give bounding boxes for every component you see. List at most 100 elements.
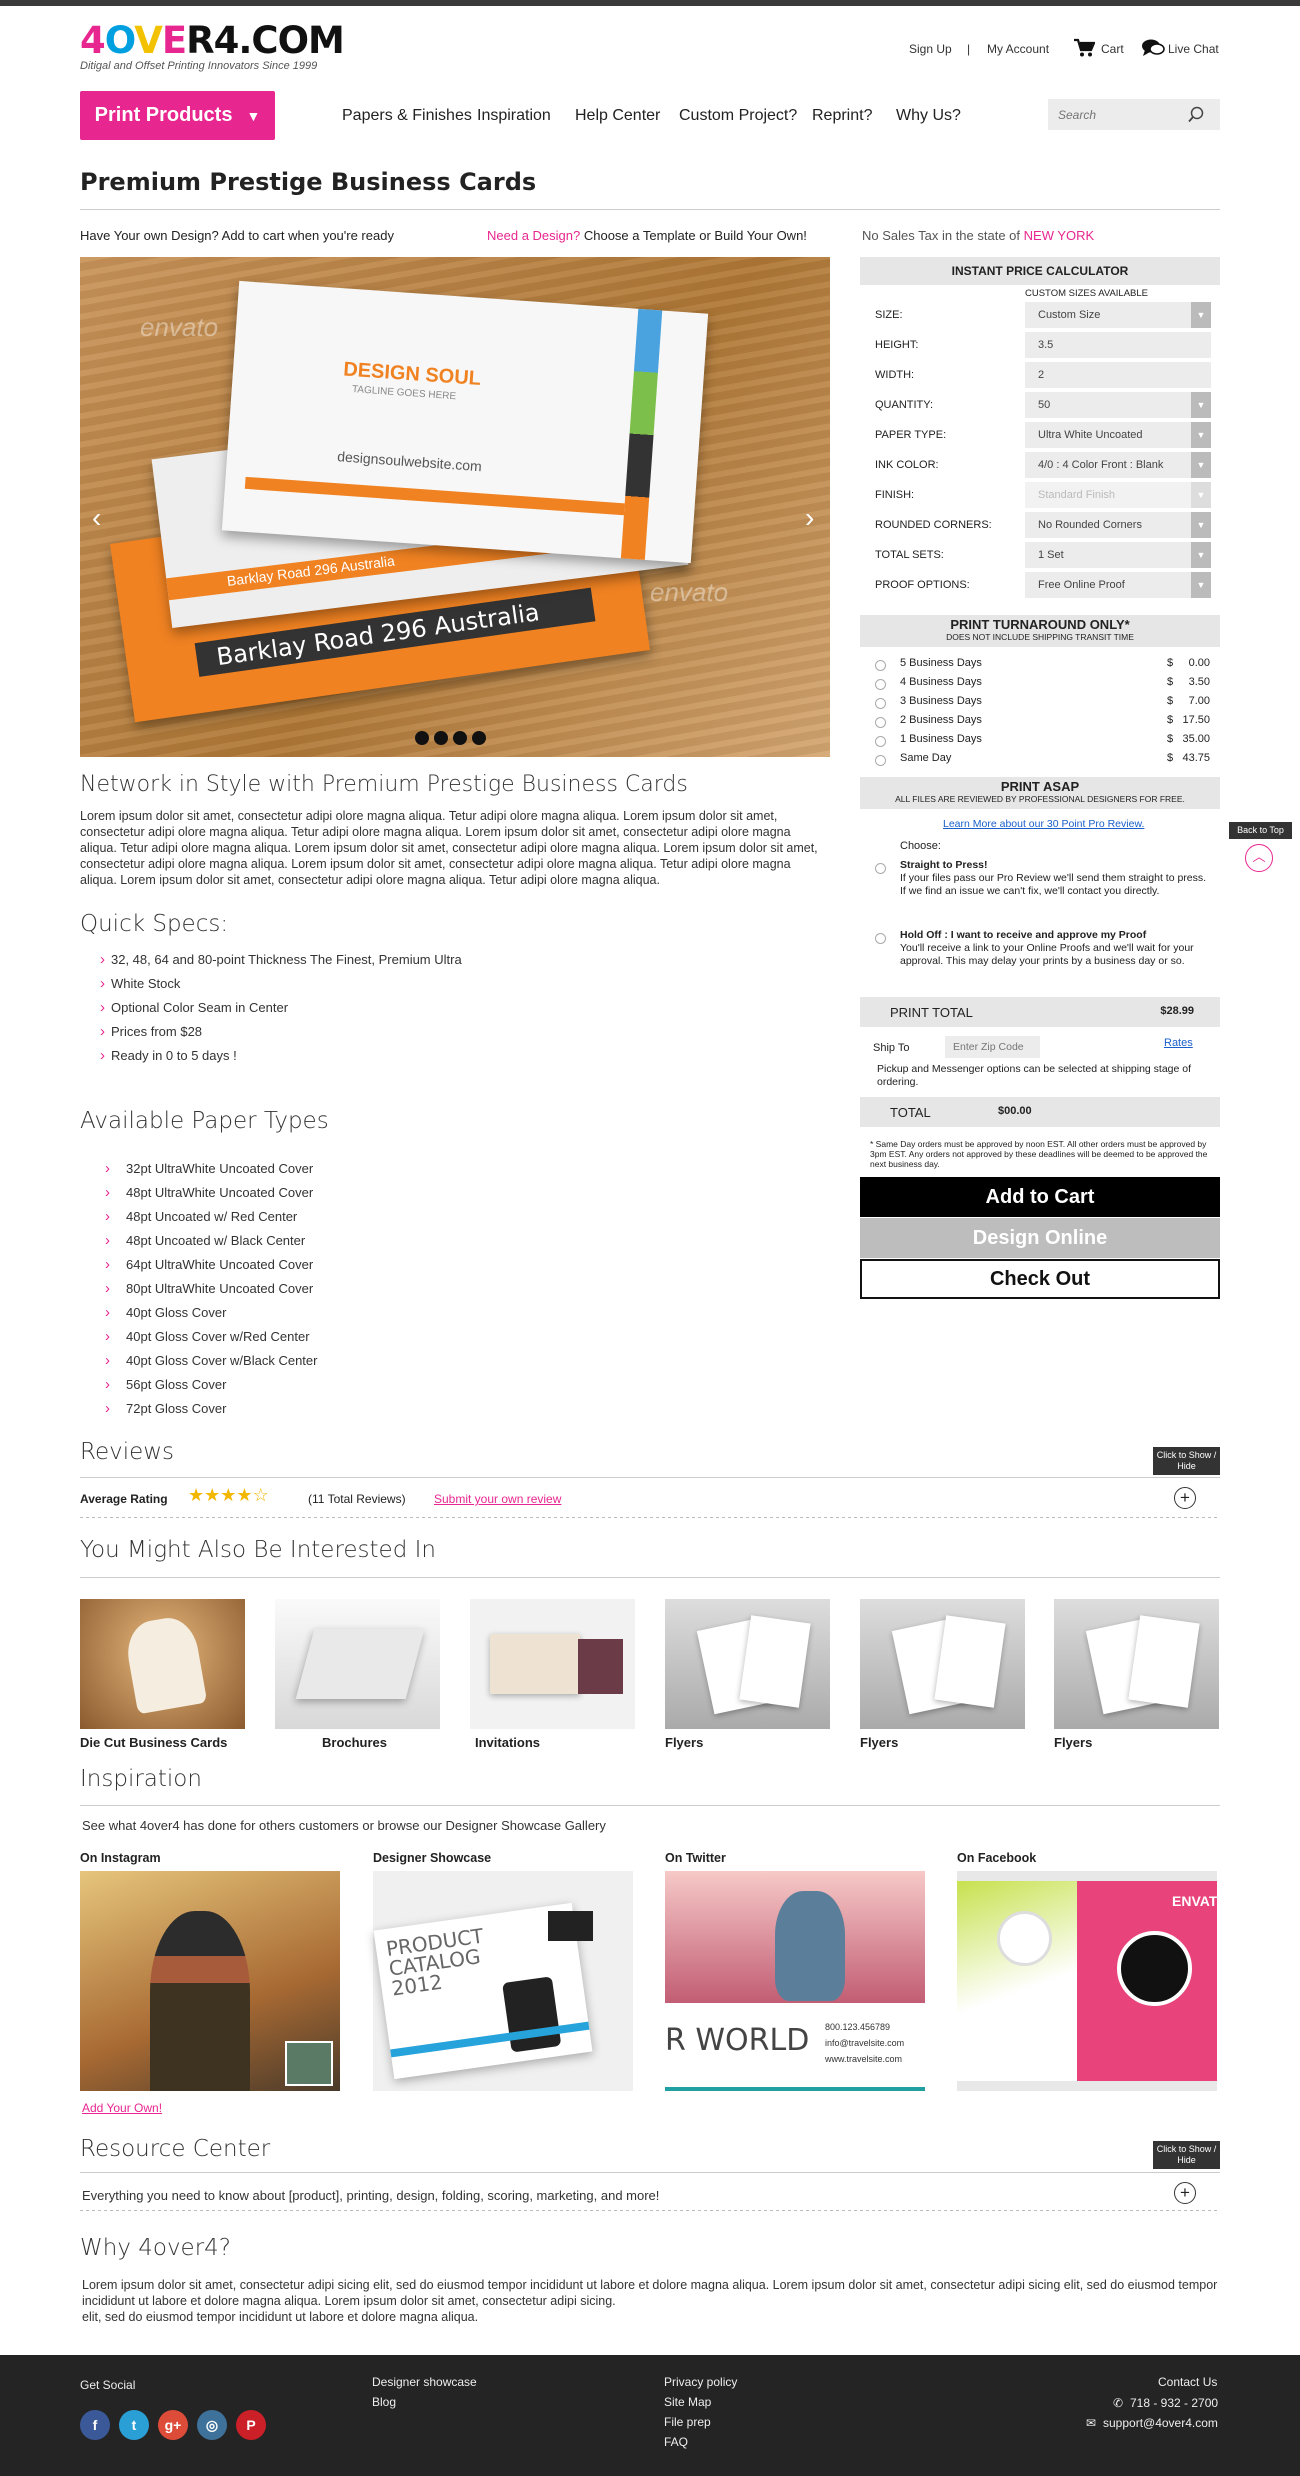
nav-whyus[interactable]: Why Us?: [896, 107, 961, 125]
chevron-down-icon[interactable]: ▼: [1191, 302, 1211, 328]
signup-link[interactable]: Sign Up: [909, 42, 952, 56]
height-input[interactable]: 3.5: [1025, 332, 1211, 358]
footer-link[interactable]: Privacy policy: [664, 2375, 737, 2389]
width-input[interactable]: 2: [1025, 362, 1211, 388]
thumb-flyers[interactable]: [665, 1599, 830, 1729]
finish-select[interactable]: Standard Finish ▼: [1025, 482, 1211, 508]
chat-icon[interactable]: [1141, 38, 1165, 61]
thumb-flyers[interactable]: [860, 1599, 1025, 1729]
twitter-icon[interactable]: t: [119, 2410, 149, 2440]
height-row[interactable]: HEIGHT: 3.5: [860, 330, 1220, 360]
size-row[interactable]: SIZE: Custom Size ▼: [860, 300, 1220, 330]
footer-email[interactable]: support@4over4.com: [1103, 2416, 1218, 2430]
showcase-image[interactable]: PRODUCT CATALOG 2012: [373, 1871, 633, 2091]
twitter-image[interactable]: R WORLD 800.123.456789 info@travelsite.c…: [665, 1871, 925, 2091]
thumb-label[interactable]: Die Cut Business Cards: [80, 1735, 227, 1750]
nav-custom[interactable]: Custom Project?: [679, 107, 797, 125]
carousel-dots[interactable]: [415, 731, 486, 745]
chevron-down-icon[interactable]: ▼: [1191, 512, 1211, 538]
turnaround-option[interactable]: 2 Business Days $17.50: [860, 714, 1220, 733]
sets-select[interactable]: 1 Set ▼: [1025, 542, 1211, 568]
googleplus-icon[interactable]: g+: [158, 2410, 188, 2440]
carousel-prev-icon[interactable]: ‹: [92, 502, 101, 534]
check-out-button[interactable]: Check Out: [860, 1259, 1220, 1299]
product-image-carousel[interactable]: Barklay Road 296 Australia Barklay Road …: [80, 257, 830, 757]
thumb-label[interactable]: Flyers: [1054, 1735, 1092, 1750]
instagram-icon[interactable]: ◎: [197, 2410, 227, 2440]
site-logo[interactable]: 4OVER4.COM: [80, 22, 345, 60]
facebook-icon[interactable]: f: [80, 2410, 110, 2440]
turnaround-option[interactable]: 1 Business Days $35.00: [860, 733, 1220, 752]
carousel-next-icon[interactable]: ›: [805, 502, 814, 534]
chevron-down-icon[interactable]: ▼: [1191, 542, 1211, 568]
turnaround-option[interactable]: 3 Business Days $7.00: [860, 695, 1220, 714]
quantity-select[interactable]: 50 ▼: [1025, 392, 1211, 418]
nav-help[interactable]: Help Center: [575, 107, 660, 125]
paper-row[interactable]: PAPER TYPE: Ultra White Uncoated ▼: [860, 420, 1220, 450]
radio[interactable]: [875, 736, 886, 747]
quantity-row[interactable]: QUANTITY: 50 ▼: [860, 390, 1220, 420]
rates-link[interactable]: Rates: [1164, 1037, 1193, 1049]
footer-link[interactable]: Designer showcase: [372, 2375, 477, 2389]
back-to-top-label[interactable]: Back to Top: [1229, 822, 1292, 839]
turnaround-option[interactable]: Same Day $43.75: [860, 752, 1220, 771]
expand-reviews-icon[interactable]: +: [1174, 1487, 1196, 1509]
proof-select[interactable]: Free Online Proof ▼: [1025, 572, 1211, 598]
radio[interactable]: [875, 660, 886, 671]
footer-link[interactable]: Blog: [372, 2395, 396, 2409]
ink-select[interactable]: 4/0 : 4 Color Front : Blank ▼: [1025, 452, 1211, 478]
chevron-down-icon[interactable]: ▼: [1191, 572, 1211, 598]
thumb-die-cut[interactable]: [80, 1599, 245, 1729]
chevron-down-icon[interactable]: ▼: [1191, 392, 1211, 418]
corners-select[interactable]: No Rounded Corners ▼: [1025, 512, 1211, 538]
thumb-flyers[interactable]: [1054, 1599, 1219, 1729]
thumb-label[interactable]: Brochures: [322, 1735, 387, 1750]
width-row[interactable]: WIDTH: 2: [860, 360, 1220, 390]
design-online-button[interactable]: Design Online: [860, 1218, 1220, 1258]
finish-row[interactable]: FINISH: Standard Finish ▼: [860, 480, 1220, 510]
radio[interactable]: [875, 679, 886, 690]
thumb-label[interactable]: Flyers: [665, 1735, 703, 1750]
need-design-link[interactable]: Need a Design?: [487, 228, 580, 243]
thumb-label[interactable]: Flyers: [860, 1735, 898, 1750]
chevron-up-icon[interactable]: ︿: [1245, 844, 1273, 872]
nav-papers[interactable]: Papers & Finishes: [342, 107, 472, 125]
size-select[interactable]: Custom Size ▼: [1025, 302, 1211, 328]
pinterest-icon[interactable]: P: [236, 2410, 266, 2440]
footer-link[interactable]: Site Map: [664, 2395, 711, 2409]
add-to-cart-button[interactable]: Add to Cart: [860, 1177, 1220, 1217]
chevron-down-icon[interactable]: ▼: [1191, 452, 1211, 478]
radio[interactable]: [875, 717, 886, 728]
thumb-label[interactable]: Invitations: [475, 1735, 540, 1750]
paper-select[interactable]: Ultra White Uncoated ▼: [1025, 422, 1211, 448]
thumb-brochures[interactable]: [275, 1599, 440, 1729]
ink-row[interactable]: INK COLOR: 4/0 : 4 Color Front : Blank ▼: [860, 450, 1220, 480]
livechat-link[interactable]: Live Chat: [1168, 42, 1219, 56]
instagram-image[interactable]: [80, 1871, 340, 2091]
facebook-image[interactable]: ENVATO: [957, 1871, 1228, 2091]
dot[interactable]: [415, 731, 429, 745]
sets-row[interactable]: TOTAL SETS: 1 Set ▼: [860, 540, 1220, 570]
dot[interactable]: [453, 731, 467, 745]
account-link[interactable]: My Account: [987, 42, 1049, 56]
nav-inspiration[interactable]: Inspiration: [477, 107, 551, 125]
learn-more-link[interactable]: Learn More about our 30 Point Pro Review…: [943, 818, 1144, 830]
nav-reprint[interactable]: Reprint?: [812, 107, 872, 125]
search-icon[interactable]: [1188, 106, 1204, 126]
radio[interactable]: [875, 755, 886, 766]
radio-straight-to-press[interactable]: [875, 863, 886, 874]
cart-icon[interactable]: [1073, 38, 1096, 61]
cart-link[interactable]: Cart: [1101, 42, 1124, 56]
dot[interactable]: [472, 731, 486, 745]
turnaround-option[interactable]: 5 Business Days $0.00: [860, 657, 1220, 676]
expand-resource-icon[interactable]: +: [1174, 2182, 1196, 2204]
zip-input[interactable]: [945, 1036, 1040, 1058]
add-your-own-link[interactable]: Add Your Own!: [82, 2101, 162, 2115]
turnaround-option[interactable]: 4 Business Days $3.50: [860, 676, 1220, 695]
proof-row[interactable]: PROOF OPTIONS: Free Online Proof ▼: [860, 570, 1220, 600]
corners-row[interactable]: ROUNDED CORNERS: No Rounded Corners ▼: [860, 510, 1220, 540]
chevron-down-icon[interactable]: ▼: [1191, 482, 1211, 508]
footer-link[interactable]: File prep: [664, 2415, 711, 2429]
thumb-invitations[interactable]: [470, 1599, 635, 1729]
radio[interactable]: [875, 698, 886, 709]
